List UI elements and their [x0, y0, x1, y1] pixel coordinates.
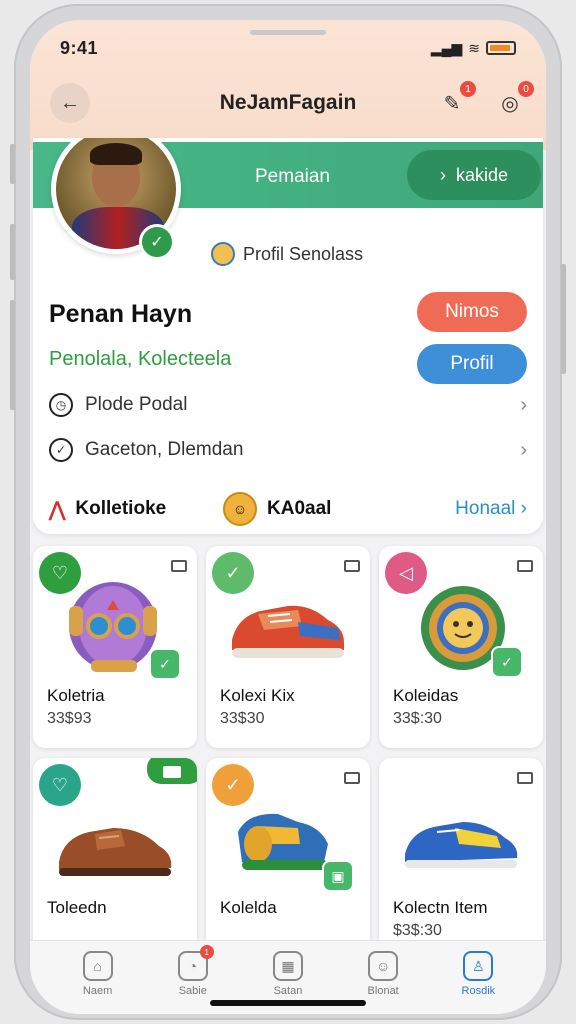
- stat-more-link[interactable]: Honaal ›: [455, 498, 527, 520]
- tab-label: Rosdik: [461, 985, 496, 997]
- running-shoe-image: [405, 822, 518, 868]
- status-bar: 9:41 ▂▄▆ ≋: [60, 36, 516, 60]
- item-price: 33$93: [47, 710, 92, 727]
- trend-icon: ⋀: [49, 498, 66, 521]
- power-button: [561, 264, 566, 374]
- home-indicator[interactable]: [210, 1000, 366, 1006]
- sneaker-image: [232, 605, 344, 658]
- top-nav: ← NeJamFagain ✎ 1 ◎ 0: [50, 81, 534, 124]
- page-title: NeJamFagain: [219, 91, 357, 114]
- grid-icon: ▦: [272, 951, 303, 981]
- wifi-icon: ≋: [468, 39, 480, 56]
- stat-coins-label: KA0aal: [267, 498, 332, 519]
- item-title: Kolexi Kix: [220, 686, 295, 705]
- tab-label: Satan: [273, 985, 303, 997]
- collection-item[interactable]: ♡ Toleedn: [33, 758, 197, 960]
- profile-card: Pemaian › kakide ✓ Profil Senolass Penan…: [33, 138, 543, 534]
- volume-up-button: [10, 224, 15, 280]
- item-price: 33$30: [220, 710, 265, 727]
- user-icon: ♙: [463, 951, 494, 981]
- status-icons: ▂▄▆ ≋: [431, 40, 516, 57]
- clock-icon: ◷: [49, 393, 73, 417]
- profile-row-label: Plode Podal: [85, 394, 188, 415]
- profile-role: Penolala, Kolecteela: [49, 348, 232, 370]
- signal-icon: ▂▄▆: [430, 39, 463, 56]
- notification-button[interactable]: ◎ 0: [494, 81, 534, 119]
- coin-icon: ☺: [223, 492, 257, 526]
- screen: 9:41 ▂▄▆ ≋ ← NeJamFagain ✎ 1 ◎ 0 Pemaian…: [30, 20, 546, 1014]
- chevron-right-icon: ›: [520, 393, 527, 416]
- edit-badge: 1: [460, 81, 476, 97]
- banner-label: Pemaian: [255, 166, 330, 187]
- header-area: 9:41 ▂▄▆ ≋ ← NeJamFagain ✎ 1 ◎ 0: [30, 20, 546, 150]
- tab-badge: 1: [199, 945, 214, 959]
- profile-tag-icon: [211, 242, 235, 266]
- tab-label: Naem: [82, 985, 113, 997]
- chevron-right-icon: ›: [439, 164, 446, 185]
- primary-pill-button[interactable]: Nimos: [417, 292, 527, 332]
- battery-icon: [486, 41, 516, 55]
- avatar-hair: [90, 143, 142, 165]
- tab-label: Sabie: [178, 985, 207, 997]
- edit-button[interactable]: ✎ 1: [436, 81, 476, 119]
- nav-actions: ✎ 1 ◎ 0: [436, 81, 534, 119]
- mute-switch: [10, 144, 15, 184]
- stat-collection-label: Kolletioke: [75, 498, 167, 519]
- shield-badge-icon: ▣: [322, 860, 354, 892]
- ticket-icon[interactable]: [147, 758, 197, 784]
- chevron-right-icon: ›: [520, 438, 527, 461]
- back-button[interactable]: ←: [50, 83, 90, 123]
- profile-tag-label: Profil Senolass: [243, 243, 364, 264]
- banner-action-button[interactable]: › kakide: [407, 150, 541, 200]
- collection-item[interactable]: ✓ Kolexi Kix 33$30: [206, 546, 370, 748]
- collection-item[interactable]: ◁ ✓ Koleidas 33$:30: [379, 546, 543, 748]
- shield-badge-icon: ✓: [491, 646, 523, 678]
- edit-icon: ✎: [443, 92, 461, 115]
- home-icon: ⌂: [82, 951, 113, 981]
- tab-label: Blonat: [367, 985, 399, 997]
- tab-home[interactable]: ⌂ Naem: [63, 941, 133, 1014]
- shield-badge-icon: ✓: [149, 648, 181, 680]
- check-icon: ✓: [49, 438, 73, 462]
- profile-pill-button[interactable]: Profil: [417, 344, 527, 384]
- stat-collection[interactable]: ⋀ Kolletioke: [49, 497, 166, 522]
- profile-name: Penan Hayn: [49, 300, 193, 328]
- volume-down-button: [10, 300, 15, 410]
- leather-shoe-image: [59, 828, 172, 876]
- notification-badge: 0: [518, 81, 534, 97]
- verified-badge-icon: ✓: [139, 224, 175, 260]
- profile-row-1[interactable]: ◷ Plode Podal ›: [49, 390, 527, 420]
- arrow-left-icon: ←: [60, 91, 80, 114]
- item-price: $3$:30: [393, 922, 442, 939]
- status-time: 9:41: [60, 37, 99, 58]
- profile-tag: Profil Senolass: [211, 242, 363, 266]
- profile-row-2[interactable]: ✓ Gaceton, Dlemdan ›: [49, 435, 527, 465]
- bell-icon: ◎: [501, 92, 519, 115]
- item-title: Kolectn Item: [393, 898, 488, 917]
- item-price: 33$:30: [393, 710, 442, 727]
- banner-button-label: kakide: [455, 164, 509, 185]
- tab-profile[interactable]: ♙ Rosdik: [443, 941, 513, 1014]
- item-title: Toleedn: [47, 898, 107, 917]
- stats-row: ⋀ Kolletioke ☺ KA0aal Honaal ›: [49, 492, 527, 526]
- item-title: Kolelda: [220, 898, 277, 917]
- collection-item[interactable]: ♡ ✓ Koletria 33$93: [33, 546, 197, 748]
- item-title: Koleidas: [393, 686, 459, 705]
- speaker-grille: [250, 30, 326, 35]
- stat-coins[interactable]: ☺ KA0aal: [223, 492, 331, 526]
- collection-item[interactable]: Kolectn Item $3$:30: [379, 758, 543, 960]
- chat-icon: ☺: [368, 951, 399, 981]
- item-title: Koletria: [47, 686, 105, 705]
- profile-row-label: Gaceton, Dlemdan: [85, 439, 244, 460]
- collection-item[interactable]: ✓ ▣ Kolelda: [206, 758, 370, 960]
